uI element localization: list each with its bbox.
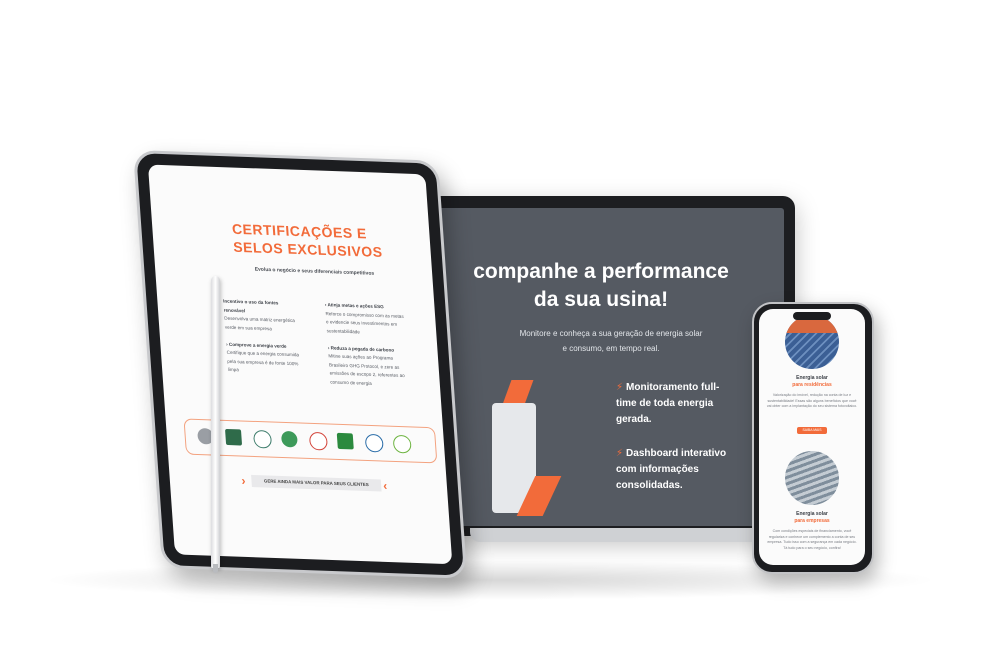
card1-text: Valorização do imóvel, redução na conta … bbox=[766, 393, 858, 409]
tablet-screen: CERTIFICAÇÕES E SELOS EXCLUSIVOS Evolua o… bbox=[147, 164, 453, 565]
tablet-col-right: › Atinja metas e ações ESG Reforce o com… bbox=[324, 302, 405, 386]
stylus-tip bbox=[213, 564, 218, 573]
laptop-subtitle-2: e consumo, em tempo real. bbox=[562, 344, 660, 353]
phone-notch bbox=[793, 312, 831, 320]
laptop-headline-2: da sua usina! bbox=[533, 288, 669, 311]
certification-logos bbox=[183, 418, 438, 464]
eco-logo bbox=[308, 431, 329, 451]
lightning-icon: ⚡ bbox=[616, 382, 624, 393]
tablet: CERTIFICAÇÕES E SELOS EXCLUSIVOS Evolua o… bbox=[133, 150, 468, 579]
stylus-pencil bbox=[211, 276, 220, 568]
solar-roof-photo bbox=[785, 315, 839, 369]
card2-subtitle: para empresas bbox=[794, 518, 830, 524]
chevron-left-icon: ‹ bbox=[382, 478, 388, 493]
tablet-subtitle: Evolua o negócio e seus diferenciais com… bbox=[254, 266, 375, 277]
laptop-base bbox=[470, 528, 770, 542]
card1-subtitle: para residências bbox=[792, 382, 832, 388]
laptop-subtitle-1: Monitore e conheça a sua geração de ener… bbox=[519, 329, 703, 338]
cert-logo bbox=[364, 433, 384, 453]
feature-dashboard: ⚡ Dashboard interativo com informações con… bbox=[616, 448, 727, 491]
solar-business-photo bbox=[785, 451, 839, 505]
ibd-logo bbox=[336, 432, 354, 450]
tablet-col-left: Incentivo o uso da fontes renovável Desen… bbox=[222, 298, 300, 373]
laptop-screen: companhe a performance da sua usina! Mon… bbox=[406, 208, 784, 526]
green-badge-logo bbox=[392, 434, 412, 454]
fsc-logo bbox=[225, 428, 243, 446]
cta-button[interactable]: GERE AINDA MAIS VALOR PARA SEUS CLIENTES bbox=[251, 474, 382, 492]
learn-more-button[interactable]: SAIBA MAIS bbox=[797, 427, 827, 434]
card1-title: Energia solar bbox=[796, 375, 828, 381]
phone-screen: Energia solar para residências Valorizaç… bbox=[759, 309, 865, 565]
feature-monitoring: ⚡ Monitoramento full- time de toda energi… bbox=[616, 382, 720, 425]
green-seal-logo bbox=[280, 430, 298, 448]
seal-logo bbox=[252, 429, 273, 449]
card2-text: Com condições especiais de financiamento… bbox=[767, 529, 857, 550]
lightning-icon: ⚡ bbox=[616, 448, 624, 459]
laptop-headline-1: companhe a performance bbox=[473, 260, 729, 283]
tablet-title: CERTIFICAÇÕES E SELOS EXCLUSIVOS bbox=[231, 220, 384, 261]
chevron-right-icon: › bbox=[241, 473, 247, 488]
card2-title: Energia solar bbox=[796, 511, 828, 517]
